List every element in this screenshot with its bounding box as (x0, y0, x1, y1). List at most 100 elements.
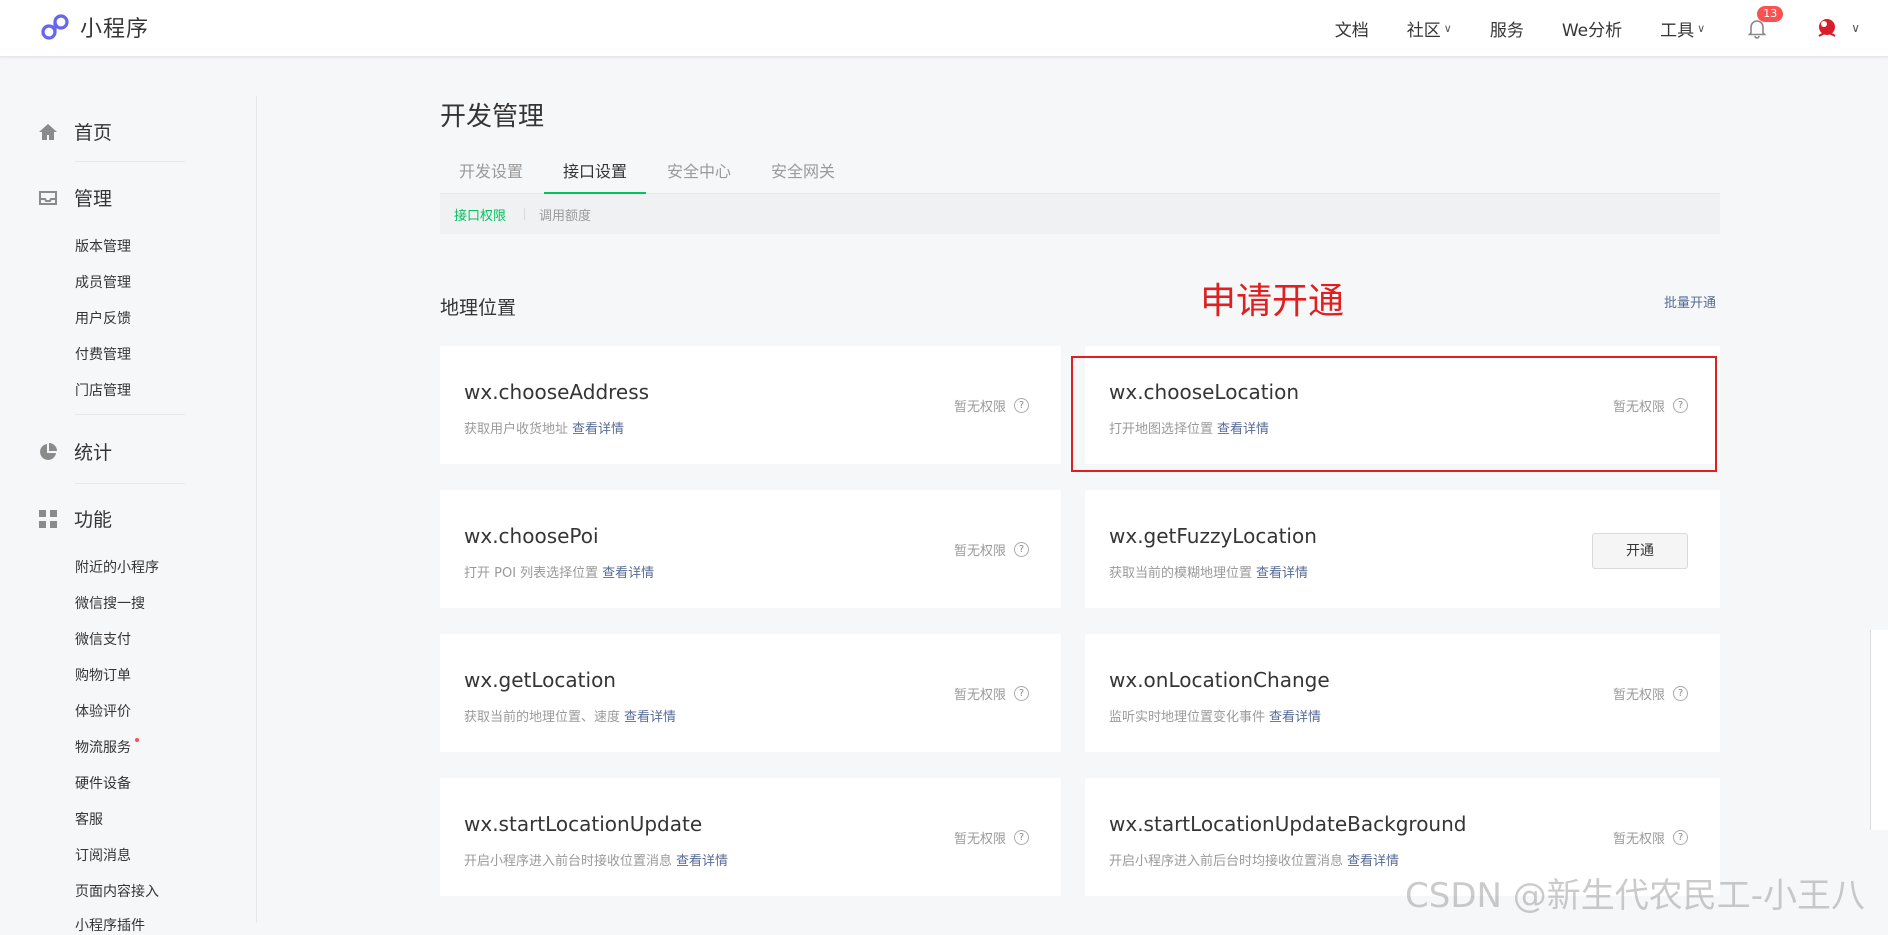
api-card-getLocation: wx.getLocation 获取当前的地理位置、速度 查看详情 暂无权限? (440, 634, 1061, 752)
sidebar-item-wxpay[interactable]: 微信支付 (75, 629, 131, 649)
tab-api-settings[interactable]: 接口设置 (544, 156, 646, 194)
api-card-choosePoi: wx.choosePoi 打开 POI 列表选择位置 查看详情 暂无权限? (440, 490, 1061, 608)
api-name: wx.onLocationChange (1109, 668, 1330, 692)
sidebar-item-search[interactable]: 微信搜一搜 (75, 593, 145, 613)
pie-chart-icon (40, 442, 57, 460)
detail-link[interactable]: 查看详情 (602, 566, 654, 581)
sidebar-item-features[interactable]: 功能 (38, 505, 112, 532)
nav-community[interactable]: 社区 ∨ (1407, 16, 1452, 41)
sidebar-item-label: 管理 (74, 188, 113, 210)
sidebar: 首页 管理 版本管理 成员管理 用户反馈 付费管理 门店管理 统计 功能 附近的… (0, 96, 257, 934)
subtab-call-quota[interactable]: 调用额度 (539, 205, 591, 224)
annotation-text: 申请开通 (1200, 281, 1345, 322)
sidebar-item-stats[interactable]: 统计 (38, 438, 112, 465)
api-desc: 获取用户收货地址 查看详情 (464, 418, 624, 437)
detail-link[interactable]: 查看详情 (624, 710, 676, 725)
sidebar-item-version[interactable]: 版本管理 (75, 236, 131, 256)
new-dot-icon (135, 738, 139, 742)
inbox-icon (39, 190, 57, 205)
help-icon[interactable]: ? (1014, 686, 1029, 701)
logo[interactable]: 小程序 (38, 10, 149, 44)
api-card-onLocationChange: wx.onLocationChange 监听实时地理位置变化事件 查看详情 暂无权… (1085, 634, 1720, 752)
sidebar-item-label: 物流服务 (75, 740, 131, 756)
nav-tools-label: 工具 (1660, 20, 1695, 41)
sidebar-item-label: 统计 (74, 442, 113, 464)
nav-services[interactable]: 服务 (1490, 16, 1524, 41)
top-nav: 文档 社区 ∨ 服务 We分析 工具 ∨ 13 ∨ (1297, 0, 1888, 56)
top-header: 小程序 文档 社区 ∨ 服务 We分析 工具 ∨ 13 ∨ (0, 0, 1888, 57)
sidebar-divider (75, 483, 185, 484)
avatar-icon[interactable] (1813, 14, 1841, 42)
notification-badge: 13 (1757, 6, 1784, 22)
tab-security-gateway[interactable]: 安全网关 (752, 156, 854, 192)
nav-docs-label: 文档 (1334, 20, 1369, 41)
api-desc: 开启小程序进入前台时接收位置消息 查看详情 (464, 850, 728, 869)
help-icon[interactable]: ? (1673, 686, 1688, 701)
status-text: 暂无权限 (953, 688, 1006, 703)
api-desc: 监听实时地理位置变化事件 查看详情 (1109, 706, 1321, 725)
help-icon[interactable]: ? (1673, 830, 1688, 845)
api-status: 暂无权限? (1613, 828, 1688, 847)
detail-link[interactable]: 查看详情 (1269, 710, 1321, 725)
floating-side-panel[interactable] (1870, 630, 1888, 830)
api-name: wx.getFuzzyLocation (1109, 524, 1317, 548)
api-desc: 获取当前的地理位置、速度 查看详情 (464, 706, 676, 725)
main-tabs: 开发设置 接口设置 安全中心 安全网关 (440, 156, 1720, 194)
annotation-highlight-box (1071, 356, 1717, 472)
sidebar-item-label: 功能 (74, 509, 113, 531)
chevron-down-icon: ∨ (1697, 21, 1706, 35)
watermark: CSDN @新生代农民工-小王八 (1405, 876, 1866, 916)
sidebar-item-stores[interactable]: 门店管理 (75, 380, 131, 400)
api-desc-text: 监听实时地理位置变化事件 (1109, 710, 1266, 725)
logo-text: 小程序 (80, 17, 150, 42)
nav-we-analytics[interactable]: We分析 (1562, 16, 1622, 41)
help-icon[interactable]: ? (1014, 830, 1029, 845)
sidebar-item-payment[interactable]: 付费管理 (75, 344, 131, 364)
sidebar-item-plugins[interactable]: 小程序插件 (75, 915, 145, 935)
detail-link[interactable]: 查看详情 (1256, 566, 1308, 581)
tab-dev-settings[interactable]: 开发设置 (440, 156, 542, 192)
section-title: 地理位置 (440, 297, 517, 319)
sidebar-item-nearby[interactable]: 附近的小程序 (75, 557, 159, 577)
detail-link[interactable]: 查看详情 (572, 422, 624, 437)
sidebar-item-logistics[interactable]: 物流服务 (75, 737, 139, 757)
nav-tools[interactable]: 工具 ∨ (1660, 16, 1705, 41)
batch-open-link[interactable]: 批量开通 (1664, 292, 1716, 311)
sidebar-item-feedback[interactable]: 用户反馈 (75, 308, 131, 328)
sidebar-item-members[interactable]: 成员管理 (75, 272, 131, 292)
api-desc-text: 获取用户收货地址 (464, 422, 569, 437)
home-icon (39, 123, 57, 140)
sidebar-item-home[interactable]: 首页 (38, 118, 112, 145)
sidebar-item-content[interactable]: 页面内容接入 (75, 881, 159, 901)
api-name: wx.chooseAddress (464, 380, 650, 404)
sidebar-item-subscribe[interactable]: 订阅消息 (75, 845, 131, 865)
api-desc: 获取当前的模糊地理位置 查看详情 (1109, 562, 1308, 581)
nav-docs[interactable]: 文档 (1335, 16, 1369, 41)
sidebar-item-service[interactable]: 客服 (75, 809, 103, 829)
chevron-down-icon[interactable]: ∨ (1851, 21, 1860, 35)
api-name: wx.getLocation (464, 668, 616, 692)
sidebar-item-manage[interactable]: 管理 (38, 184, 112, 211)
detail-link[interactable]: 查看详情 (1347, 854, 1399, 869)
sidebar-item-review[interactable]: 体验评价 (75, 701, 131, 721)
api-name: wx.startLocationUpdateBackground (1109, 812, 1467, 836)
tab-security-center[interactable]: 安全中心 (648, 156, 750, 192)
nav-community-label: 社区 (1406, 20, 1441, 41)
api-card-chooseAddress: wx.chooseAddress 获取用户收货地址 查看详情 暂无权限? (440, 346, 1061, 464)
status-text: 暂无权限 (953, 544, 1006, 559)
help-icon[interactable]: ? (1014, 398, 1029, 413)
help-icon[interactable]: ? (1014, 542, 1029, 557)
notification-button[interactable]: 13 (1745, 6, 1784, 40)
sidebar-item-label: 首页 (74, 122, 113, 144)
sidebar-divider (75, 161, 185, 162)
open-button[interactable]: 开通 (1592, 533, 1688, 569)
subtab-api-permission[interactable]: 接口权限 (454, 205, 506, 224)
sidebar-item-hardware[interactable]: 硬件设备 (75, 773, 131, 793)
api-desc-text: 开启小程序进入前后台时均接收位置消息 (1109, 854, 1344, 869)
detail-link[interactable]: 查看详情 (676, 854, 728, 869)
sidebar-item-orders[interactable]: 购物订单 (75, 665, 131, 685)
subtab-divider (524, 208, 525, 220)
api-desc: 开启小程序进入前后台时均接收位置消息 查看详情 (1109, 850, 1399, 869)
api-desc-text: 获取当前的模糊地理位置 (1109, 566, 1253, 581)
api-status: 暂无权限? (954, 540, 1029, 559)
